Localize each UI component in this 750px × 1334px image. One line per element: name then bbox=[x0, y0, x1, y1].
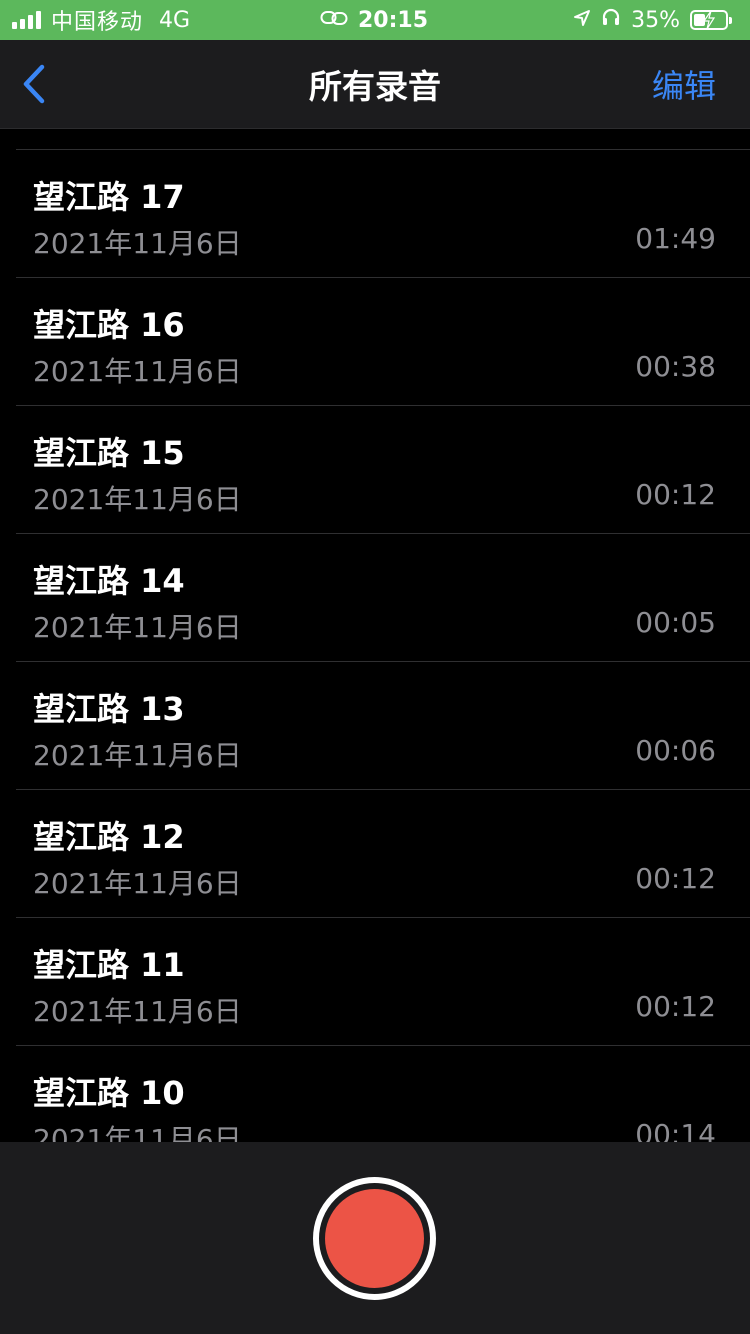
recording-title: 望江路 17 bbox=[33, 178, 185, 216]
recording-row[interactable]: 望江路 13 2021年11月6日 00:06 bbox=[0, 662, 750, 790]
recording-date: 2021年11月6日 bbox=[33, 1123, 242, 1142]
recordings-rows: 望江路 17 2021年11月6日 01:49 望江路 16 2021年11月6日 00:… bbox=[0, 150, 750, 1142]
page-title: 所有录音 bbox=[309, 67, 441, 106]
navigation-bar: 所有录音 编辑 bbox=[0, 40, 750, 129]
status-center: 20:15 bbox=[320, 0, 428, 40]
edit-button[interactable]: 编辑 bbox=[652, 40, 716, 128]
recording-date: 2021年11月6日 bbox=[33, 355, 242, 388]
recording-duration: 01:49 bbox=[635, 222, 716, 255]
signal-icon bbox=[12, 11, 41, 29]
recording-date: 2021年11月6日 bbox=[33, 995, 242, 1028]
recording-date: 2021年11月6日 bbox=[33, 483, 242, 516]
recording-title: 望江路 15 bbox=[33, 434, 185, 472]
recording-row[interactable]: 望江路 17 2021年11月6日 01:49 bbox=[0, 150, 750, 278]
recording-title: 望江路 10 bbox=[33, 1074, 185, 1112]
recording-row[interactable]: 望江路 16 2021年11月6日 00:38 bbox=[0, 278, 750, 406]
recording-row[interactable]: 望江路 12 2021年11月6日 00:12 bbox=[0, 790, 750, 918]
recording-title: 望江路 13 bbox=[33, 690, 185, 728]
battery-charging-icon bbox=[690, 10, 732, 30]
recording-row[interactable]: 望江路 11 2021年11月6日 00:12 bbox=[0, 918, 750, 1046]
recording-duration: 00:38 bbox=[635, 350, 716, 383]
recording-date: 2021年11月6日 bbox=[33, 867, 242, 900]
recording-title: 望江路 12 bbox=[33, 818, 185, 856]
recording-row[interactable]: 望江路 10 2021年11月6日 00:14 bbox=[0, 1046, 750, 1142]
headphones-icon bbox=[601, 7, 621, 33]
status-left: 中国移动 4G bbox=[12, 0, 190, 40]
carrier-name: 中国移动 bbox=[51, 10, 144, 35]
recording-row[interactable]: 望江路 15 2021年11月6日 00:12 bbox=[0, 406, 750, 534]
recording-title: 望江路 11 bbox=[33, 946, 185, 984]
recording-duration: 00:06 bbox=[635, 734, 716, 767]
status-bar: 中国移动 4G 20:15 35% bbox=[0, 0, 750, 40]
voice-memos-screen: 中国移动 4G 20:15 35% 所有录音 编辑 望江路 17 2021年11… bbox=[0, 0, 750, 1334]
recordings-list[interactable]: 望江路 17 2021年11月6日 01:49 望江路 16 2021年11月6日 00:… bbox=[0, 129, 750, 1142]
link-icon bbox=[320, 8, 348, 33]
recording-row[interactable]: 望江路 14 2021年11月6日 00:05 bbox=[0, 534, 750, 662]
recording-duration: 00:12 bbox=[635, 478, 716, 511]
status-time: 20:15 bbox=[358, 7, 429, 33]
battery-percentage: 35% bbox=[631, 7, 680, 33]
record-button[interactable] bbox=[313, 1177, 436, 1300]
location-icon bbox=[573, 8, 591, 33]
recording-duration: 00:05 bbox=[635, 606, 716, 639]
chevron-left-icon bbox=[23, 64, 45, 104]
network-type: 4G bbox=[159, 7, 191, 33]
recording-title: 望江路 14 bbox=[33, 562, 185, 600]
back-button[interactable] bbox=[14, 60, 54, 108]
recording-date: 2021年11月6日 bbox=[33, 739, 242, 772]
recording-duration: 00:14 bbox=[635, 1118, 716, 1142]
recording-date: 2021年11月6日 bbox=[33, 227, 242, 260]
recording-duration: 00:12 bbox=[635, 990, 716, 1023]
record-icon bbox=[325, 1189, 424, 1288]
status-right: 35% bbox=[573, 0, 732, 40]
recording-date: 2021年11月6日 bbox=[33, 611, 242, 644]
bottom-toolbar bbox=[0, 1142, 750, 1334]
recording-duration: 00:12 bbox=[635, 862, 716, 895]
recording-title: 望江路 16 bbox=[33, 306, 185, 344]
